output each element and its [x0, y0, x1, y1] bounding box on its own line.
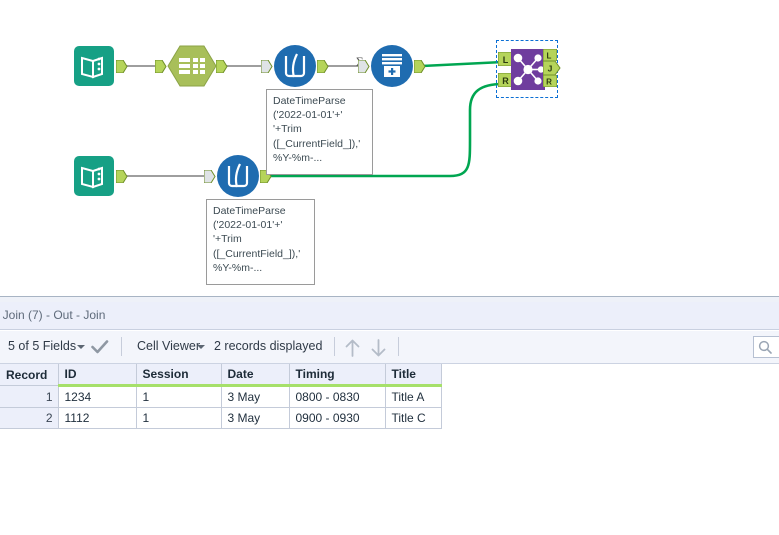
breadcrumb[interactable]: s - Join (7) - Out - Join: [0, 308, 105, 322]
cell-title[interactable]: Title A: [385, 385, 442, 408]
svg-text:R: R: [502, 76, 509, 86]
output-port[interactable]: [116, 60, 128, 73]
book-dots-icon: [97, 57, 101, 71]
join-output-port-left[interactable]: L: [543, 49, 557, 61]
output-port[interactable]: [414, 60, 426, 73]
output-port[interactable]: [216, 60, 228, 73]
cell-title[interactable]: Title C: [385, 407, 442, 429]
svg-text:J: J: [548, 64, 553, 74]
column-header-id[interactable]: ID: [58, 364, 137, 387]
table-row[interactable]: 2 1112 1 3 May 0900 - 0930 Title C: [0, 407, 442, 429]
arrow-up-icon[interactable]: [343, 338, 362, 358]
column-header-record[interactable]: Record: [0, 364, 59, 386]
node-select-1[interactable]: [155, 44, 228, 88]
node-input-data-2[interactable]: [72, 154, 128, 198]
results-toolbar: 5 of 5 Fields Cell Viewer 2 records disp…: [0, 331, 779, 364]
toolbar-separator: [334, 337, 335, 356]
column-header-timing[interactable]: Timing: [289, 364, 386, 387]
records-displayed-label: 2 records displayed: [214, 339, 323, 353]
node-formula-2[interactable]: [204, 154, 272, 198]
viewer-chevron-down-icon[interactable]: [197, 345, 205, 349]
alteryx-designer-window: Σ: [0, 0, 779, 535]
cell-date[interactable]: 3 May: [221, 407, 290, 429]
svg-text:L: L: [547, 52, 552, 61]
data-grid: Record ID Session Date Timing Title 1 12…: [0, 364, 442, 429]
cell-id[interactable]: 1112: [58, 407, 137, 429]
results-table[interactable]: Record ID Session Date Timing Title 1 12…: [0, 364, 442, 429]
results-breadcrumb-bar: s - Join (7) - Out - Join: [0, 302, 779, 330]
input-port[interactable]: [204, 170, 216, 183]
cell-id[interactable]: 1234: [58, 385, 137, 408]
node-join-1[interactable]: L R L J R: [496, 40, 561, 98]
cell-viewer-label[interactable]: Cell Viewer: [137, 339, 200, 353]
svg-text:L: L: [503, 55, 509, 65]
toolbar-separator: [398, 337, 399, 356]
node-input-data-1[interactable]: [72, 44, 128, 88]
results-panel: s - Join (7) - Out - Join 5 of 5 Fields …: [0, 296, 779, 535]
annotation-formula-2: DateTimeParse ('2022-01-01'+' '+Trim ([_…: [206, 199, 315, 285]
table-row[interactable]: 1 1234 1 3 May 0800 - 0830 Title A: [0, 385, 442, 408]
cell-timing[interactable]: 0800 - 0830: [289, 385, 386, 408]
fields-selector-label[interactable]: 5 of 5 Fields: [8, 339, 76, 353]
node-formula-1[interactable]: [261, 44, 329, 88]
join-icon: [511, 49, 545, 90]
join-output-port-join[interactable]: J: [543, 61, 561, 75]
node-union-1[interactable]: [358, 44, 426, 88]
book-dots-icon: [97, 167, 101, 181]
column-header-date[interactable]: Date: [221, 364, 290, 387]
input-port[interactable]: [358, 60, 370, 73]
search-input[interactable]: [753, 336, 779, 358]
arrow-down-icon[interactable]: [369, 338, 388, 358]
cell-timing[interactable]: 0900 - 0930: [289, 407, 386, 429]
search-icon: [758, 340, 772, 354]
checkmark-icon[interactable]: [91, 340, 109, 355]
workflow-canvas[interactable]: Σ: [0, 0, 779, 296]
output-port[interactable]: [116, 170, 128, 183]
input-port[interactable]: [261, 60, 273, 73]
input-port[interactable]: [155, 60, 167, 73]
fields-chevron-down-icon[interactable]: [77, 345, 85, 349]
cell-session[interactable]: 1: [136, 407, 222, 429]
output-port[interactable]: [317, 60, 329, 73]
annotation-formula-1: DateTimeParse ('2022-01-01'+' '+Trim ([_…: [266, 89, 373, 175]
cell-session[interactable]: 1: [136, 385, 222, 408]
toolbar-separator: [121, 337, 122, 356]
cell-record: 2: [0, 407, 59, 429]
column-header-session[interactable]: Session: [136, 364, 222, 387]
svg-text:R: R: [546, 78, 552, 87]
join-output-port-right[interactable]: R: [543, 75, 557, 87]
column-header-title[interactable]: Title: [385, 364, 442, 387]
cell-date[interactable]: 3 May: [221, 385, 290, 408]
cell-record: 1: [0, 385, 59, 408]
table-header-row: Record ID Session Date Timing Title: [0, 364, 442, 387]
